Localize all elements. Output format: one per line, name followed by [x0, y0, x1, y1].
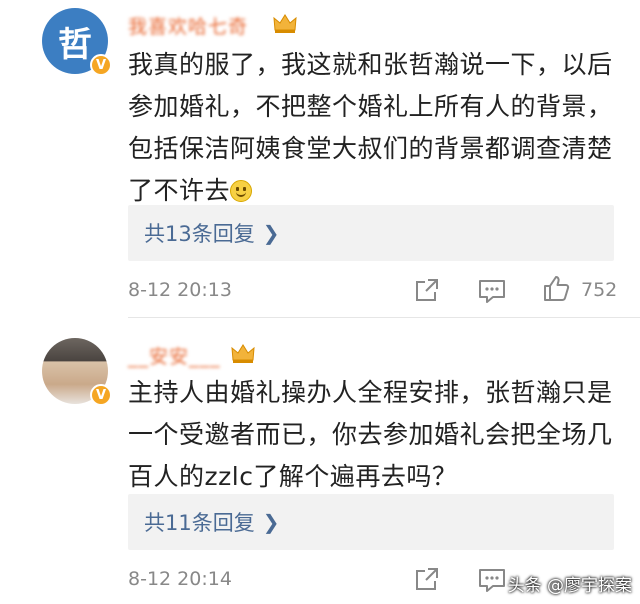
comment-text: 主持人由婚礼操办人全程安排，张哲瀚只是 一个受邀者而已，你去参加婚礼会把全场几 … — [128, 378, 613, 491]
like-count: 752 — [581, 279, 618, 301]
comment-item: V __安安___ 主持人由婚礼操办人全程安排，张哲瀚只是 一个受邀者而已，你去… — [0, 320, 640, 604]
replies-label: 共13条回复 — [144, 222, 255, 246]
comment-icon[interactable] — [478, 278, 506, 304]
crown-vip-icon — [273, 14, 297, 33]
smile-emoji-icon — [230, 180, 253, 202]
replies-label: 共11条回复 — [144, 511, 255, 535]
chevron-right-icon: ❯ — [262, 221, 280, 245]
share-icon[interactable] — [414, 277, 440, 303]
comment-item: 哲 V 我喜欢哈七奇 我真的服了，我这就和张哲瀚说一下，以后 参加婚礼，不把整个… — [0, 0, 640, 310]
verified-badge-icon: V — [90, 54, 112, 76]
watermark: 头条 @廖宇探案 — [507, 576, 632, 596]
comment-text: 我真的服了，我这就和张哲瀚说一下，以后 参加婚礼，不把整个婚礼上所有人的背景， … — [128, 50, 613, 205]
comment-icon[interactable] — [478, 567, 506, 593]
share-icon[interactable] — [414, 566, 440, 592]
view-replies-button[interactable]: 共13条回复 ❯ — [128, 205, 614, 261]
view-replies-button[interactable]: 共11条回复 ❯ — [128, 494, 614, 550]
avatar[interactable]: 哲 V — [42, 8, 112, 76]
avatar[interactable]: V — [42, 338, 112, 406]
crown-vip-icon — [231, 344, 255, 363]
username[interactable]: __安安___ — [128, 342, 221, 369]
username[interactable]: 我喜欢哈七奇 — [128, 12, 248, 39]
comment-time: 8-12 20:14 — [128, 568, 232, 590]
comment-time: 8-12 20:13 — [128, 279, 232, 301]
chevron-right-icon: ❯ — [262, 510, 280, 534]
avatar-glyph: 哲 — [58, 24, 92, 65]
like-icon[interactable] — [542, 274, 570, 302]
divider — [128, 317, 640, 318]
verified-badge-icon: V — [90, 384, 112, 406]
